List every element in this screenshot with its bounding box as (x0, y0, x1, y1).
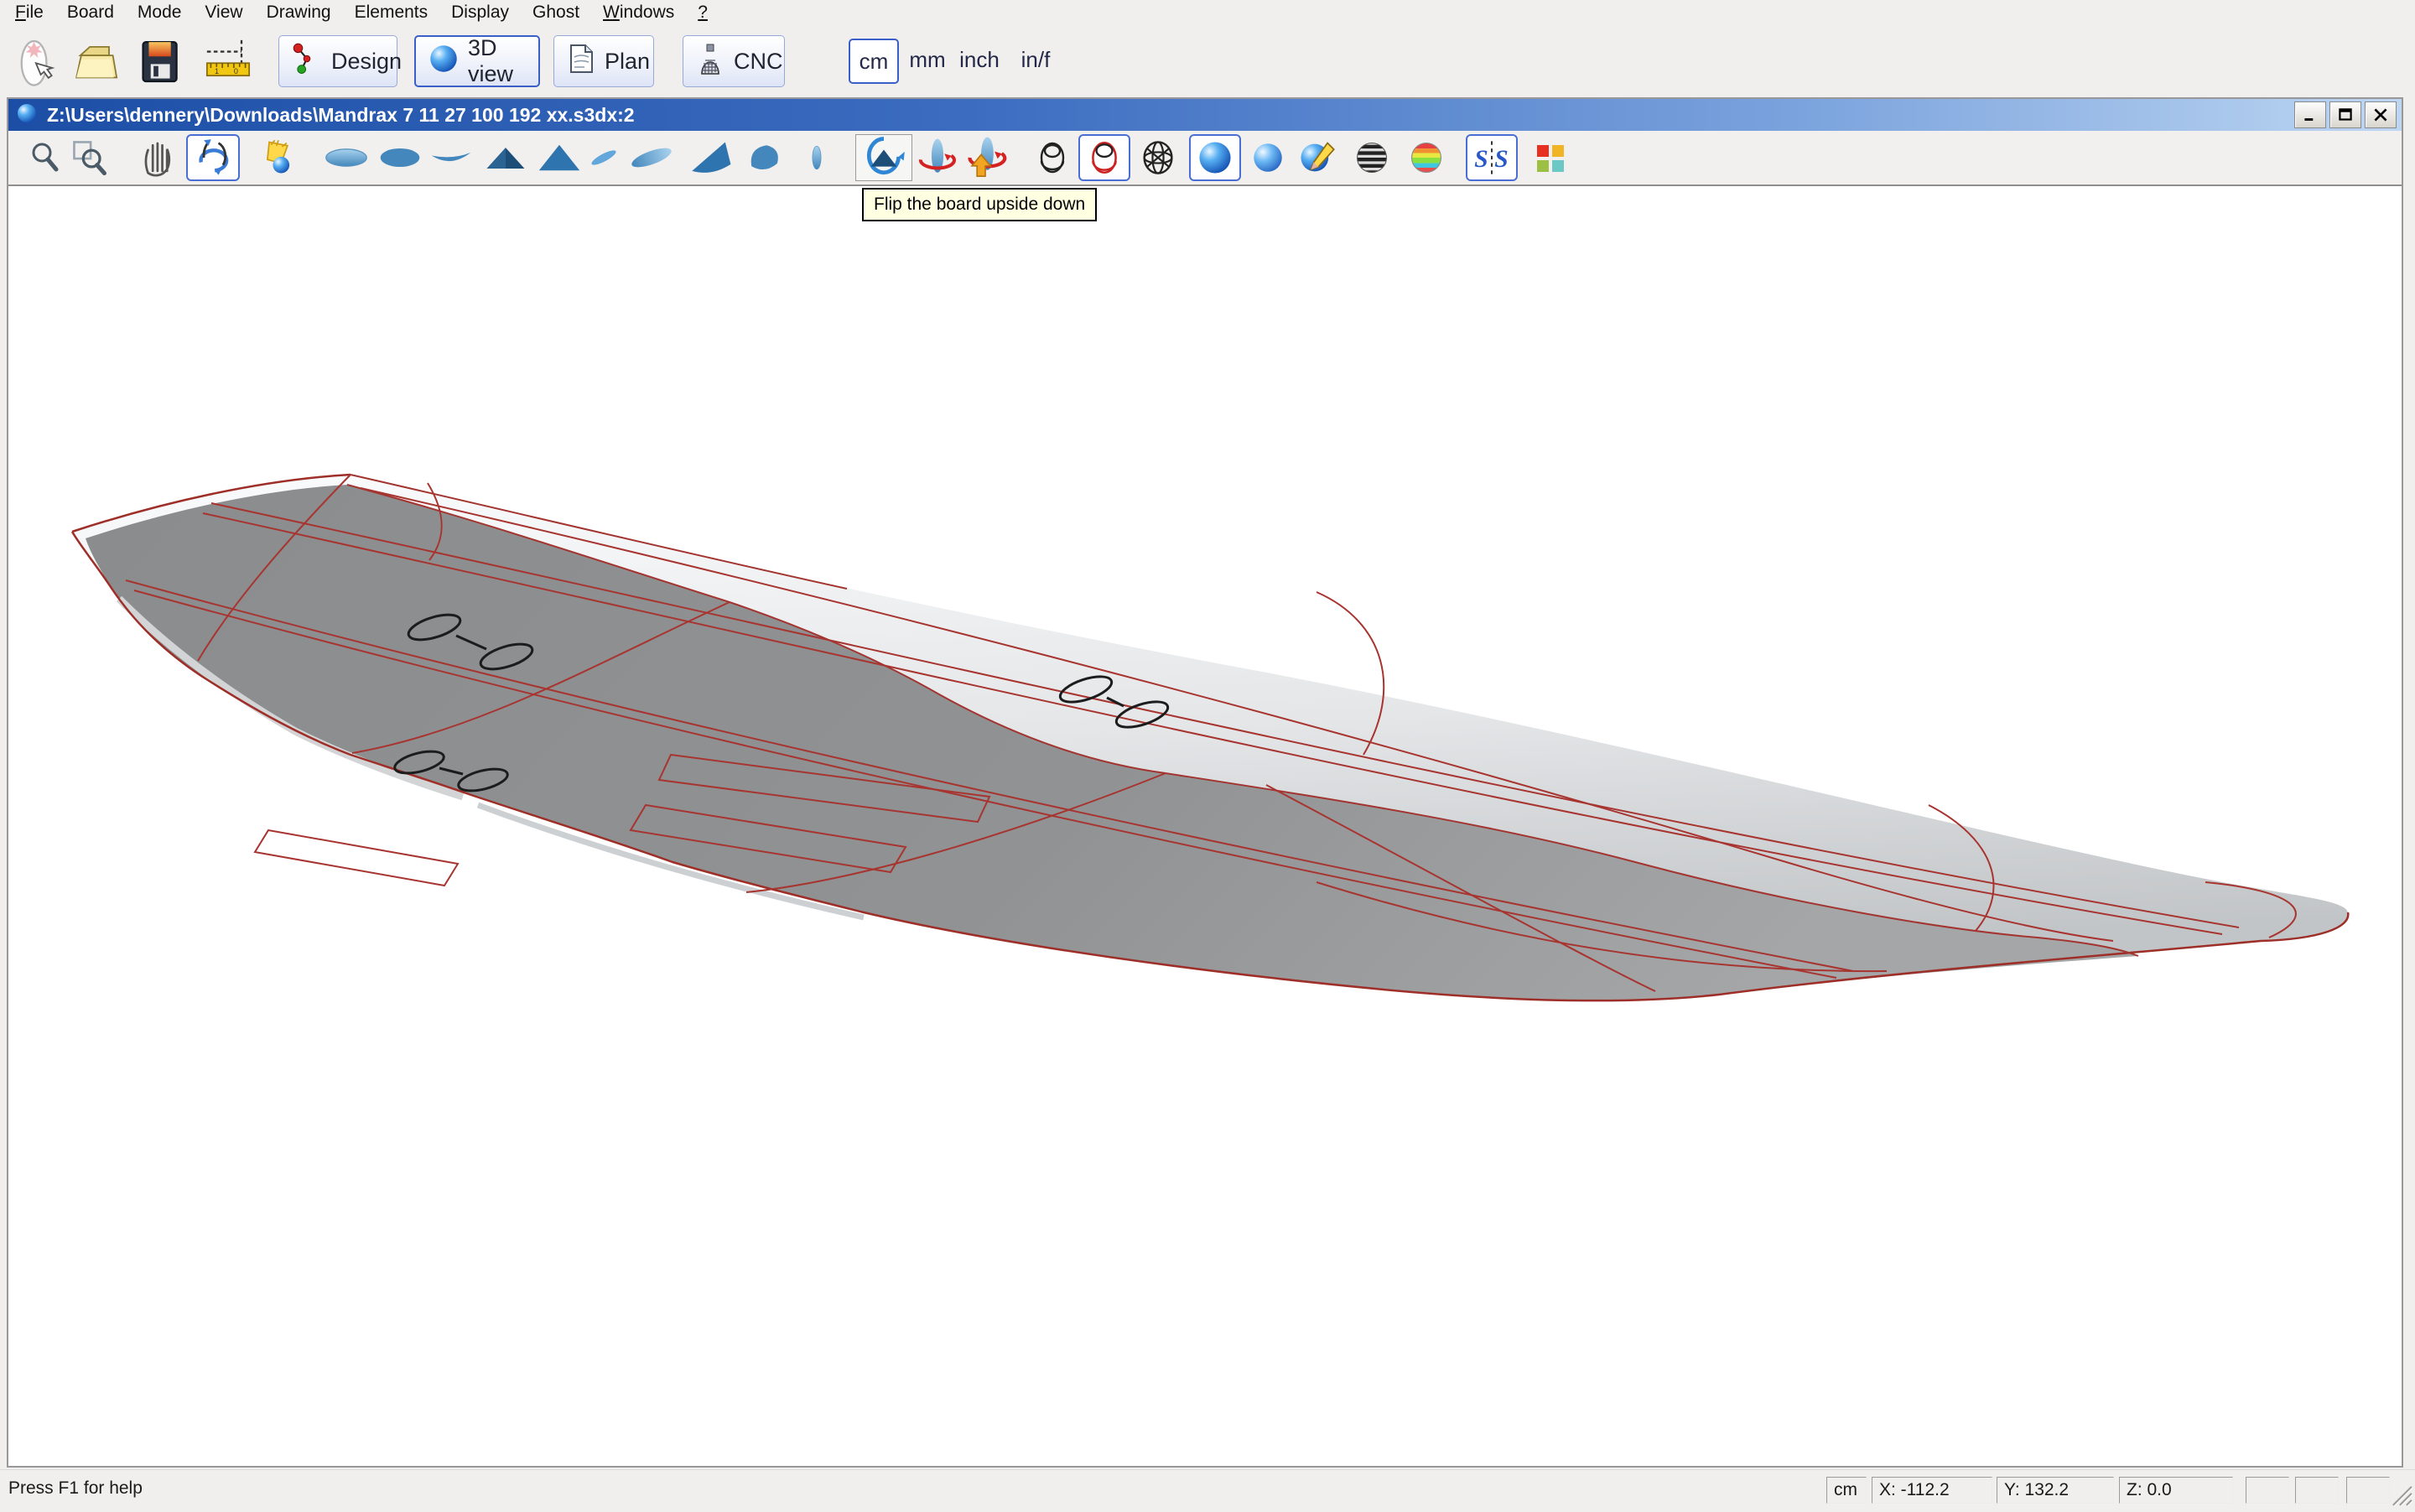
zoom-icon[interactable] (27, 134, 64, 181)
view-three-quarter-2-icon[interactable] (624, 134, 679, 181)
menu-file[interactable]: File (3, 0, 55, 25)
minimize-button[interactable] (2294, 101, 2326, 128)
view-outline-top-icon[interactable] (320, 134, 372, 181)
rotate-pitch-icon[interactable] (961, 134, 1010, 181)
menu-bar: File Board Mode View Drawing Elements Di… (0, 0, 2415, 25)
status-help-text: Press F1 for help (8, 1478, 143, 1499)
status-y-coordinate: Y: 132.2 (1997, 1477, 2114, 1504)
design-curves-red-icon[interactable] (1078, 134, 1130, 181)
status-empty-panel-3 (2346, 1477, 2390, 1504)
flip-upside-down-icon[interactable] (855, 134, 912, 181)
tooltip: Flip the board upside down (862, 188, 1097, 221)
zoom-window-icon[interactable] (69, 134, 111, 181)
unit-mm-button[interactable]: mm (907, 39, 948, 84)
sphere-3d-icon (426, 41, 461, 82)
status-x-coordinate: X: -112.2 (1872, 1477, 1992, 1504)
svg-text:S: S (1494, 146, 1508, 173)
status-bar: Press F1 for help cm X: -112.2 Y: 132.2 … (0, 1469, 2415, 1510)
document-window: Z:\Users\dennery\Downloads\Mandrax 7 11 … (7, 97, 2403, 1468)
render-shaded-icon[interactable] (1189, 134, 1241, 181)
save-icon[interactable] (132, 34, 186, 89)
status-unit: cm (1826, 1477, 1867, 1504)
status-z-coordinate: Z: 0.0 (2119, 1477, 2233, 1504)
menu-board[interactable]: Board (55, 0, 126, 25)
view-3d-label: 3D view (468, 35, 528, 87)
close-icon[interactable] (2365, 101, 2397, 128)
view-end-icon[interactable] (803, 134, 830, 181)
design-mode-button[interactable]: Design (278, 35, 397, 87)
view-toolbar: S S (8, 131, 2402, 186)
resize-grip[interactable] (2388, 1482, 2413, 1507)
maximize-button[interactable] (2329, 101, 2361, 128)
svg-text:0: 0 (234, 67, 238, 75)
view-three-quarter-1-icon[interactable] (587, 134, 621, 181)
curvature-map-icon[interactable] (1405, 134, 1447, 181)
view-side-icon[interactable] (426, 134, 476, 181)
unit-inf-button[interactable]: in/f (1013, 39, 1058, 84)
design-icon (289, 41, 325, 82)
view-front-dark-icon[interactable] (481, 134, 530, 181)
menu-mode[interactable]: Mode (126, 0, 194, 25)
design-label: Design (331, 49, 402, 75)
menu-windows[interactable]: Windows (591, 0, 686, 25)
svg-text:S: S (1474, 146, 1488, 173)
plan-document-icon (564, 42, 598, 81)
render-with-curves-icon[interactable] (1295, 134, 1338, 181)
rotate-yaw-icon[interactable] (914, 134, 961, 181)
render-plain-icon[interactable] (1248, 134, 1288, 181)
light-icon[interactable] (257, 134, 300, 181)
menu-help[interactable]: ? (686, 0, 719, 25)
wireframe-rings-icon[interactable] (1033, 134, 1072, 181)
document-title: Z:\Users\dennery\Downloads\Mandrax 7 11 … (47, 104, 635, 127)
viewport-3d[interactable] (8, 186, 2402, 1466)
plan-label: Plan (605, 49, 650, 75)
view-angle-icon[interactable] (684, 134, 740, 181)
menu-drawing[interactable]: Drawing (255, 0, 343, 25)
status-empty-panel-1 (2246, 1477, 2289, 1504)
color-palette-icon[interactable] (1530, 134, 1571, 181)
view-3d-mode-button[interactable]: 3D view (414, 35, 540, 87)
svg-text:1: 1 (215, 67, 219, 75)
menu-display[interactable]: Display (439, 0, 521, 25)
cnc-tool-icon (693, 42, 727, 81)
document-titlebar[interactable]: Z:\Users\dennery\Downloads\Mandrax 7 11 … (8, 99, 2402, 131)
pan-hand-icon[interactable] (136, 134, 181, 181)
unit-inch-button[interactable]: inch (956, 39, 1003, 84)
open-folder-icon[interactable] (69, 34, 122, 89)
view-top-icon[interactable] (376, 134, 424, 181)
surfboard-3d-render (8, 186, 2402, 1466)
main-toolbar: 1 0 Design 3D view Plan (0, 25, 2415, 97)
document-icon (15, 101, 39, 129)
menu-view[interactable]: View (193, 0, 254, 25)
cnc-label: CNC (734, 49, 783, 75)
view-perspective-icon[interactable] (741, 134, 787, 181)
cnc-mode-button[interactable]: CNC (683, 35, 785, 87)
status-empty-panel-2 (2295, 1477, 2339, 1504)
measurements-icon[interactable]: 1 0 (201, 34, 255, 89)
symmetry-icon[interactable]: S S (1466, 134, 1518, 181)
unit-cm-button[interactable]: cm (849, 39, 899, 84)
wireframe-mesh-icon[interactable] (1135, 134, 1181, 181)
zebra-stripes-icon[interactable] (1350, 134, 1394, 181)
plan-mode-button[interactable]: Plan (553, 35, 654, 87)
view-front-icon[interactable] (533, 134, 585, 181)
menu-ghost[interactable]: Ghost (521, 0, 591, 25)
rotate-3d-icon[interactable] (186, 134, 240, 181)
new-board-icon[interactable] (10, 34, 64, 89)
menu-elements[interactable]: Elements (343, 0, 440, 25)
